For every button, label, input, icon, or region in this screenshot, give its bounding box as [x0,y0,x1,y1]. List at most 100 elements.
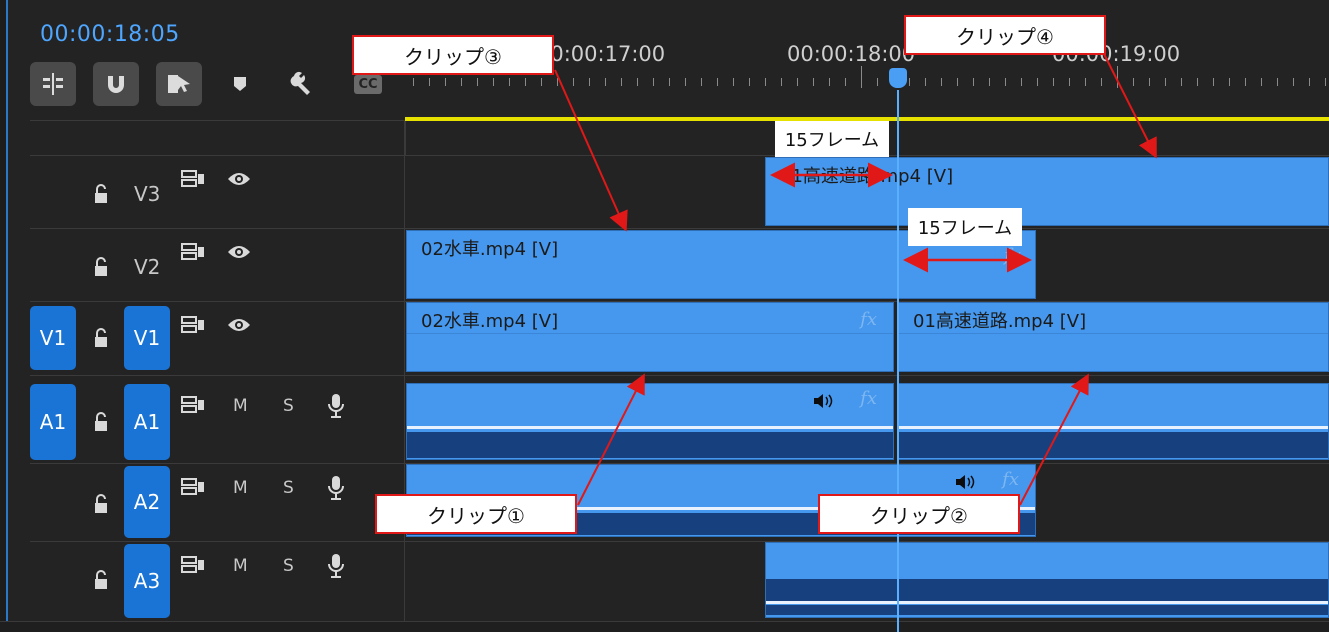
sync-lock-icon[interactable] [180,554,206,576]
audio-waveform [766,605,1328,615]
clip-v3-highway[interactable]: 01高速道路.mp4 [V] [765,157,1329,226]
microphone-icon[interactable] [326,474,346,502]
lock-icon[interactable] [90,410,112,434]
playhead-handle[interactable] [889,68,907,88]
ruler-tick [845,78,846,86]
panel-edge [0,0,8,632]
playhead-timecode[interactable]: 00:00:18:05 [40,22,180,47]
ruler-tick [1021,78,1022,86]
sync-lock-icon[interactable] [180,241,206,263]
marker-icon[interactable] [220,62,260,106]
eye-icon[interactable] [226,168,252,190]
playhead-line[interactable] [897,90,899,632]
microphone-icon[interactable] [326,392,346,420]
track-target-a3[interactable]: A3 [124,544,170,618]
ruler-tick [1213,78,1214,86]
clip-name: 02水車.mp4 [V] [421,311,559,332]
volume-line [766,601,1328,604]
ruler-tick [909,78,910,86]
eye-icon[interactable] [226,241,252,263]
track-target-a1[interactable]: A1 [124,384,170,460]
track-name-v3[interactable]: V3 [134,182,160,206]
ruler-tick [1261,78,1262,86]
ruler-tick [557,78,558,86]
ruler-tick [509,78,510,86]
ruler-tick [637,78,638,86]
clip-name: 01高速道路.mp4 [V] [913,311,1087,332]
eye-icon[interactable] [226,314,252,336]
lock-icon[interactable] [90,492,112,516]
ruler-tick [957,78,958,86]
ruler-tick [1229,78,1230,86]
solo-button[interactable]: S [283,396,294,416]
track-name-v2[interactable]: V2 [134,255,160,279]
ruler-tick [733,78,734,86]
ruler-tick [1053,78,1054,86]
ruler-label-18: 00:00:18:00 [787,42,916,66]
mute-button[interactable]: M [233,556,248,576]
ruler-tick [749,78,750,86]
sync-lock-icon[interactable] [180,394,206,416]
source-patch-a1[interactable]: A1 [30,384,76,460]
ruler-tick [669,78,670,86]
audio-waveform [407,432,893,458]
ruler-tick [1085,78,1086,86]
source-patch-v1[interactable]: V1 [30,306,76,370]
ruler-label-17: 00:00:17:00 [537,42,666,66]
callout-clip1: クリップ① [375,494,577,534]
track-target-v1[interactable]: V1 [124,306,170,370]
clip-divider [407,333,893,334]
clip-v1-highway[interactable]: 01高速道路.mp4 [V] [898,302,1329,372]
lock-icon[interactable] [90,182,112,206]
snap-magnet-icon[interactable] [93,62,139,106]
clip-name: 02水車.mp4 [V] [421,239,559,260]
header-divider [30,120,405,121]
mute-button[interactable]: M [233,478,248,498]
solo-button[interactable]: S [283,478,294,498]
insert-nest-icon[interactable] [30,62,76,106]
track-target-a2[interactable]: A2 [124,466,170,538]
callout-clip2: クリップ② [818,494,1020,534]
ruler-tick [1309,78,1310,86]
fx-badge: fx [1004,245,1021,266]
microphone-icon[interactable] [326,552,346,580]
fx-badge: fx [860,388,877,409]
sync-lock-icon[interactable] [180,168,206,190]
ruler-tick [525,78,526,86]
linked-selection-icon[interactable] [156,62,202,106]
mute-button[interactable]: M [233,396,248,416]
ruler-tick [621,78,622,86]
clip-a3-highway[interactable] [765,542,1329,618]
ruler-tick [1133,78,1134,86]
clip-a1-highway[interactable] [898,383,1329,460]
fx-badge: fx [1002,469,1019,490]
settings-wrench-icon[interactable] [284,62,324,106]
clip-a1-watermill[interactable]: fx [406,383,894,460]
ruler-tick [477,78,478,86]
speaker-icon [953,473,977,491]
track-header-v1: V1 V1 [30,301,405,375]
sync-lock-icon[interactable] [180,476,206,498]
ruler-tick [1245,78,1246,86]
audio-waveform [766,579,1328,601]
ruler-tick [1181,78,1182,86]
ruler-tick [1277,78,1278,86]
clip-v1-watermill[interactable]: 02水車.mp4 [V] fx [406,302,894,372]
ruler-tick [685,78,686,86]
ruler-tick [765,78,766,86]
lock-icon[interactable] [90,255,112,279]
solo-button[interactable]: S [283,556,294,576]
callout-clip3: クリップ③ [352,35,554,75]
ruler-tick [989,78,990,86]
ruler-tick [973,78,974,86]
ruler-tick [1165,78,1166,86]
ruler-tick [653,78,654,86]
lock-icon[interactable] [90,326,112,350]
ruler-tick [429,78,430,86]
ruler-tick [797,78,798,86]
ruler-tick [813,78,814,86]
sync-lock-icon[interactable] [180,314,206,336]
lock-icon[interactable] [90,568,112,592]
ruler-tick [701,78,702,86]
ruler-tick [1101,78,1102,86]
